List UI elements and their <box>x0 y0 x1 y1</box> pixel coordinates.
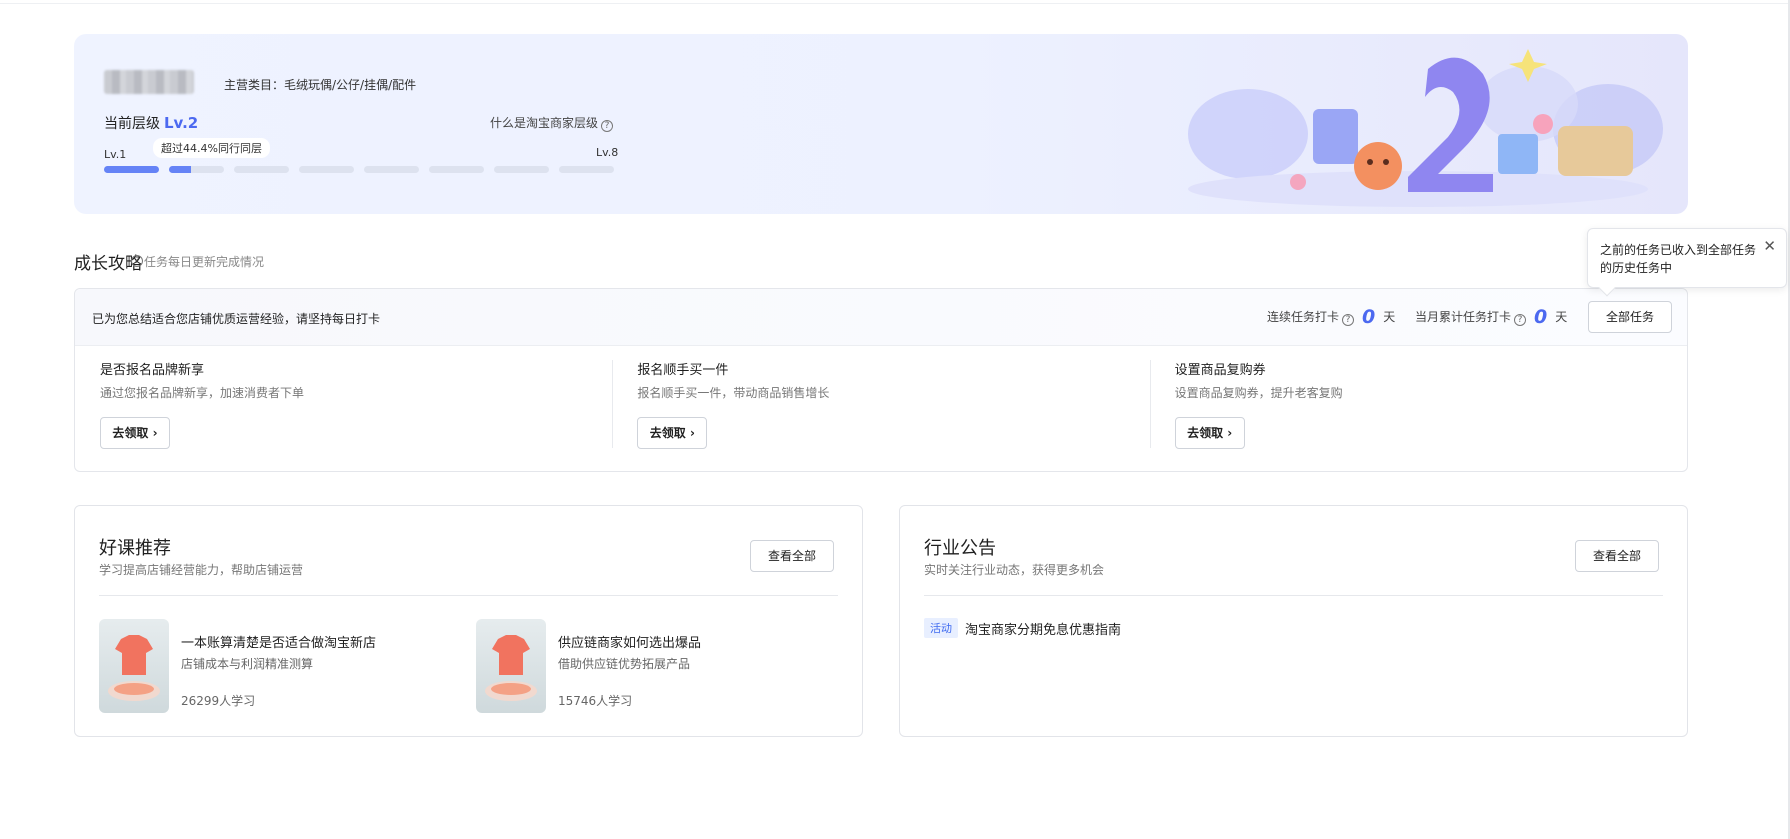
announcement-item[interactable]: 活动 淘宝商家分期免息优惠指南 <box>924 618 1121 638</box>
tshirt-on-plate-icon <box>108 635 160 701</box>
top-divider <box>0 3 1790 4</box>
level-progress-segment <box>494 166 549 173</box>
level-start-label: Lv.1 <box>104 148 127 161</box>
course-desc: 店铺成本与利润精准测算 <box>181 657 314 671</box>
announcement-divider <box>924 595 1663 596</box>
month-stat: 当月累计任务打卡? 0 天 <box>1415 306 1567 328</box>
shop-name-blurred <box>104 70 194 94</box>
announcement-text: 淘宝商家分期免息优惠指南 <box>965 622 1122 638</box>
announcement-panel-subtitle: 实时关注行业动态，获得更多机会 <box>924 563 1105 577</box>
course-view-all-button[interactable]: 查看全部 <box>750 540 834 572</box>
announcement-panel-title: 行业公告 <box>924 538 996 559</box>
current-level-label: 当前层级 <box>104 116 160 132</box>
growth-tip: 已为您总结适合您店铺优质运营经验，请坚持每日打卡 <box>92 312 381 326</box>
claim-button[interactable]: 去领取 › <box>637 417 708 449</box>
course-divider <box>99 595 838 596</box>
course-item[interactable]: 一本账算清楚是否适合做淘宝新店 店铺成本与利润精准测算 26299人学习 <box>99 619 439 715</box>
claim-button-label: 去领取 <box>649 426 686 440</box>
streak-unit: 天 <box>1383 310 1396 324</box>
current-level-value: Lv.2 <box>164 114 199 132</box>
course-title: 供应链商家如何选出爆品 <box>558 636 702 651</box>
chevron-right-icon: › <box>1227 426 1233 440</box>
level-progress-bar <box>104 166 614 173</box>
level-progress-fill <box>169 166 191 173</box>
level-progress-segment <box>169 166 224 173</box>
task-title: 是否报名品牌新享 <box>100 363 205 378</box>
task-title: 设置商品复购券 <box>1174 363 1266 378</box>
growth-help-icon[interactable]: ? <box>131 255 143 267</box>
course-learner-count: 26299人学习 <box>181 694 256 708</box>
course-thumbnail <box>99 619 169 713</box>
course-recommend-panel: 好课推荐 学习提高店铺经营能力，帮助店铺运营 查看全部 一本账算清楚是否适合做淘… <box>74 505 863 737</box>
course-desc: 借助供应链优势拓展产品 <box>558 657 691 671</box>
task-desc: 设置商品复购券，提升老客复购 <box>1174 386 1343 400</box>
course-title: 一本账算清楚是否适合做淘宝新店 <box>181 636 377 651</box>
task-desc: 报名顺手买一件，带动商品销售增长 <box>637 386 830 400</box>
main-category: 主营类目：毛绒玩偶/公仔/挂偶/配件 <box>224 78 417 92</box>
streak-label: 连续任务打卡 <box>1267 310 1340 324</box>
claim-button-label: 去领取 <box>1187 426 1224 440</box>
chevron-right-icon: › <box>152 426 158 440</box>
help-icon: ? <box>601 120 614 132</box>
month-label: 当月累计任务打卡 <box>1415 310 1512 324</box>
tshirt-on-plate-icon <box>485 635 537 701</box>
level-progress-segment <box>104 166 159 173</box>
course-panel-subtitle: 学习提高店铺经营能力，帮助店铺运营 <box>99 563 304 577</box>
streak-value: 0 <box>1362 306 1376 328</box>
course-item[interactable]: 供应链商家如何选出爆品 借助供应链优势拓展产品 15746人学习 <box>476 619 816 715</box>
peer-percentile-tip: 超过44.4%同行同层 <box>153 138 270 158</box>
popover-text: 之前的任务已收入到全部任务的历史任务中 <box>1600 243 1757 275</box>
claim-button-label: 去领取 <box>112 426 149 440</box>
current-level: 当前层级 Lv.2 <box>104 113 198 133</box>
task-title: 报名顺手买一件 <box>637 363 729 378</box>
level-progress-segment <box>299 166 354 173</box>
merchant-level-banner: 主营类目：毛绒玩偶/公仔/挂偶/配件 当前层级 Lv.2 什么是淘宝商家层级? L… <box>74 34 1688 214</box>
what-is-level-text: 什么是淘宝商家层级 <box>490 116 599 130</box>
month-value: 0 <box>1534 306 1548 328</box>
task-item: 报名顺手买一件 报名顺手买一件，带动商品销售增长 去领取 › <box>612 346 1149 472</box>
month-help-icon[interactable]: ? <box>1514 314 1527 326</box>
task-desc: 通过您报名品牌新享，加速消费者下单 <box>100 386 305 400</box>
claim-button[interactable]: 去领取 › <box>100 417 170 449</box>
what-is-level-link[interactable]: 什么是淘宝商家层级? <box>490 114 614 132</box>
level-progress-segment <box>234 166 289 173</box>
task-item: 是否报名品牌新享 通过您报名品牌新享，加速消费者下单 去领取 › <box>75 346 612 472</box>
course-panel-title: 好课推荐 <box>99 538 171 559</box>
growth-task-header: 已为您总结适合您店铺优质运营经验，请坚持每日打卡 连续任务打卡? 0 天 当月累计任… <box>75 289 1687 346</box>
streak-stat: 连续任务打卡? 0 天 <box>1267 306 1395 328</box>
close-icon[interactable]: ✕ <box>1763 237 1776 255</box>
streak-help-icon[interactable]: ? <box>1342 314 1355 326</box>
level-progress-segment <box>364 166 419 173</box>
level-progress-segment <box>429 166 484 173</box>
growth-task-card: 已为您总结适合您店铺优质运营经验，请坚持每日打卡 连续任务打卡? 0 天 当月累计任… <box>74 288 1688 472</box>
claim-button[interactable]: 去领取 › <box>1174 417 1245 449</box>
course-learner-count: 15746人学习 <box>558 694 633 708</box>
all-tasks-button[interactable]: 全部任务 <box>1588 301 1672 333</box>
chevron-right-icon: › <box>689 426 695 440</box>
course-thumbnail <box>476 619 546 713</box>
announcement-tag: 活动 <box>924 618 958 638</box>
task-item: 设置商品复购券 设置商品复购券，提升老客复购 去领取 › <box>1149 346 1687 472</box>
level-2-illustration <box>1188 49 1663 207</box>
history-tasks-popover: 之前的任务已收入到全部任务的历史任务中 ✕ <box>1587 228 1787 297</box>
growth-subtitle: 任务每日更新完成情况 <box>144 255 265 269</box>
industry-announcements-panel: 行业公告 实时关注行业动态，获得更多机会 查看全部 活动 淘宝商家分期免息优惠指… <box>899 505 1688 737</box>
month-unit: 天 <box>1555 310 1568 324</box>
task-list: 是否报名品牌新享 通过您报名品牌新享，加速消费者下单 去领取 › 报名顺手买一件… <box>75 346 1687 472</box>
announcement-view-all-button[interactable]: 查看全部 <box>1575 540 1659 572</box>
level-end-label: Lv.8 <box>596 146 619 159</box>
level-progress-segment <box>559 166 614 173</box>
